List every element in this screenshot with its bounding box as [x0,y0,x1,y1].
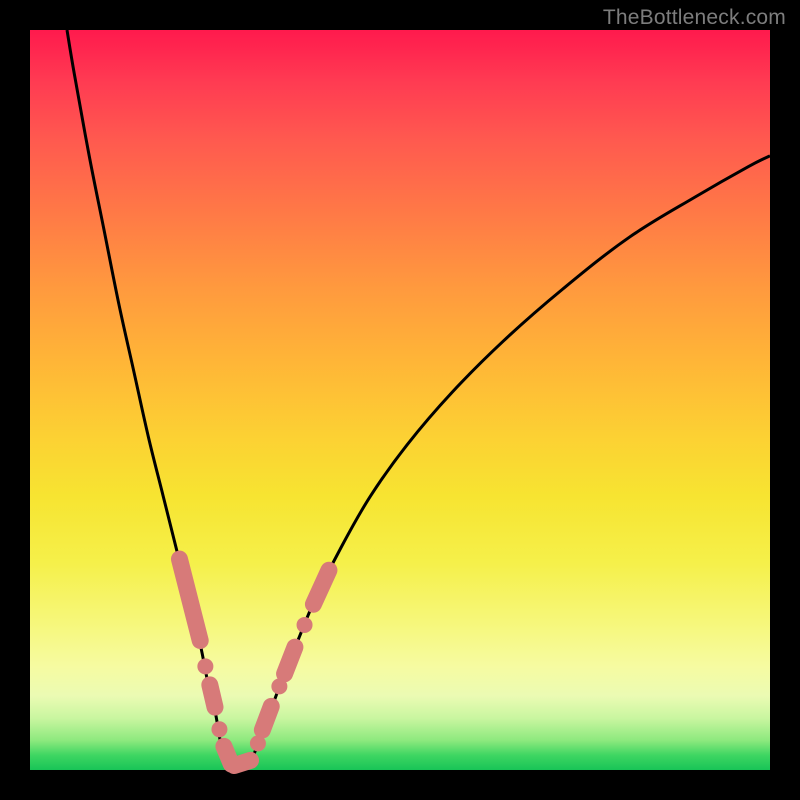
data-range-marker [285,647,295,674]
data-range-marker [179,559,200,640]
data-point-marker [297,617,313,633]
data-point-marker [197,658,213,674]
data-range-marker [262,706,271,730]
data-range-marker [210,685,215,707]
data-range-marker [234,760,250,765]
bottleneck-curve [30,30,770,770]
data-range-marker [313,570,329,604]
plot-area [30,30,770,770]
watermark-text: TheBottleneck.com [603,6,786,30]
data-point-marker [211,721,227,737]
outer-frame: TheBottleneck.com [0,0,800,800]
curve-path [67,30,770,766]
